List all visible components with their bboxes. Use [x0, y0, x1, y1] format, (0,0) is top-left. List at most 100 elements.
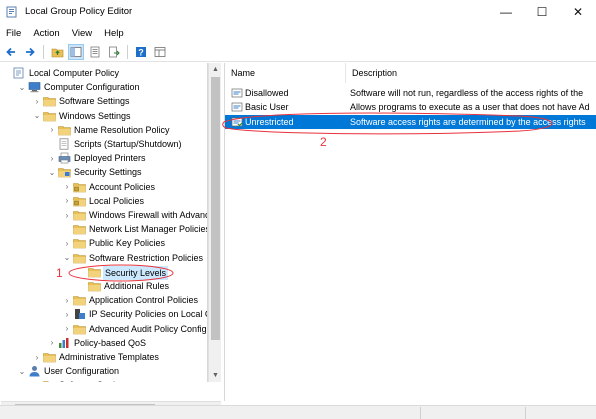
maximize-button[interactable]: ☐ [524, 0, 560, 24]
expand-chevron-icon[interactable]: › [47, 124, 57, 136]
tree-item[interactable]: ⌄ Security Settings [1, 165, 207, 179]
script-icon [58, 138, 71, 150]
tree-item-label: Application Control Policies [89, 295, 199, 306]
forward-button[interactable] [22, 44, 38, 60]
column-header-name[interactable]: Name [225, 63, 346, 83]
back-button[interactable] [3, 44, 19, 60]
forward-arrow-icon [26, 47, 35, 56]
up-folder-button[interactable] [49, 44, 65, 60]
folder-icon [43, 351, 56, 363]
folder-lock-icon [73, 181, 86, 193]
properties-button[interactable] [87, 44, 103, 60]
menu-view[interactable]: View [72, 28, 92, 39]
folder-icon [73, 252, 86, 264]
help-button[interactable]: ? [133, 44, 149, 60]
tree-item[interactable]: Network List Manager Policies [1, 222, 208, 236]
help-icon: ? [136, 46, 146, 57]
tree-item[interactable]: › Public Key Policies [1, 236, 207, 250]
expand-chevron-icon[interactable]: › [62, 294, 72, 306]
toolbar: ? [0, 42, 596, 62]
expand-chevron-icon[interactable]: › [62, 237, 72, 249]
tree-item[interactable]: › Software Settings [1, 378, 207, 382]
tree-item[interactable]: › Name Resolution Policy [1, 123, 207, 137]
folder-icon [88, 266, 101, 278]
tree-item-label: Account Policies [89, 181, 156, 192]
annotation-number-2: 2 [320, 135, 327, 149]
tree-item-label: Security Levels [103, 265, 169, 280]
tree-item[interactable]: › Deployed Printers [1, 151, 207, 165]
collapse-chevron-icon[interactable]: ⌄ [17, 365, 27, 377]
tree-item[interactable]: › Windows Firewall with Advanc [1, 208, 207, 222]
collapse-chevron-icon[interactable]: ⌄ [32, 110, 42, 122]
list-row-description: Software will not run, regardless of the… [350, 88, 584, 98]
tree-vertical-scrollbar[interactable]: ▲ ▼ [208, 63, 221, 382]
menu-action[interactable]: Action [33, 28, 59, 39]
list-row[interactable]: Disallowed Software will not run, regardl… [225, 86, 596, 100]
folder-icon [73, 223, 86, 235]
collapse-chevron-icon[interactable]: ⌄ [47, 166, 57, 178]
tree-item-label: Computer Configuration [44, 82, 140, 93]
show-hide-tree-button[interactable] [68, 43, 84, 60]
tree-item-label: Administrative Templates [59, 352, 159, 362]
tree-item[interactable]: › Local Policies [1, 194, 207, 208]
qos-chart-icon [58, 337, 71, 349]
scroll-thumb[interactable] [211, 77, 220, 340]
tree-item[interactable]: Local Computer Policy [1, 66, 207, 80]
expand-chevron-icon[interactable]: › [62, 181, 72, 193]
expand-chevron-icon[interactable]: › [62, 195, 72, 207]
expand-chevron-icon[interactable]: › [32, 351, 42, 363]
tree-item[interactable]: ⌄ Software Restriction Policies [1, 251, 207, 265]
policy-editor-icon [6, 6, 17, 18]
status-segment [420, 407, 421, 419]
folder-icon [43, 95, 56, 107]
expand-chevron-icon[interactable]: › [47, 337, 57, 349]
list-row-name: Disallowed [245, 88, 289, 98]
expand-chevron-icon[interactable]: › [47, 152, 57, 164]
folder-icon [73, 209, 86, 221]
tree-item[interactable]: › IP Security Policies on Local Co [1, 307, 207, 321]
menu-file[interactable]: File [6, 28, 21, 39]
export-list-button[interactable] [106, 44, 122, 60]
column-header-description[interactable]: Description [346, 63, 596, 83]
tree-item[interactable]: ⌄ Windows Settings [1, 109, 207, 123]
tree-item[interactable]: ⌄ User Configuration [1, 364, 207, 378]
tree-item[interactable]: › Account Policies [1, 180, 207, 194]
properties-icon [90, 46, 100, 57]
expand-chevron-icon[interactable]: › [62, 209, 72, 221]
tree-item[interactable]: Security Levels [1, 265, 207, 280]
security-level-default-icon [231, 116, 243, 128]
expand-chevron-icon[interactable]: › [62, 323, 72, 335]
close-button[interactable]: ✕ [560, 0, 596, 24]
tree-item[interactable]: › Application Control Policies [1, 293, 207, 307]
collapse-chevron-icon[interactable]: ⌄ [62, 252, 72, 264]
tree-item-label: Software Settings [59, 96, 130, 107]
list-row[interactable]: Unrestricted Software access rights are d… [225, 114, 596, 129]
list-row-name: Basic User [245, 102, 289, 113]
status-bar [0, 405, 596, 419]
scroll-down-icon[interactable]: ▼ [209, 369, 222, 382]
tree-item[interactable]: › Advanced Audit Policy Config [1, 322, 207, 336]
folder-icon [88, 280, 101, 292]
tree-item[interactable]: › Software Settings [1, 94, 207, 108]
expand-chevron-icon[interactable]: › [32, 95, 42, 107]
scroll-up-icon[interactable]: ▲ [209, 63, 222, 76]
security-settings-icon [58, 166, 71, 178]
tree-item[interactable]: Additional Rules [1, 279, 207, 293]
extended-view-button[interactable] [152, 44, 168, 60]
expand-chevron-icon[interactable]: › [32, 379, 42, 382]
tree-item[interactable]: ⌄ Computer Configuration [1, 80, 207, 94]
tree-item-label: Windows Settings [59, 110, 131, 121]
minimize-button[interactable]: — [488, 0, 524, 24]
list-row[interactable]: Basic User Allows programs to execute as … [225, 100, 596, 114]
column-header-description-label: Description [352, 68, 398, 78]
maximize-icon: ☐ [536, 5, 548, 19]
menu-help[interactable]: Help [104, 28, 124, 39]
tree-item-label: Network List Manager Policies [89, 224, 208, 235]
tree-item[interactable]: Scripts (Startup/Shutdown) [1, 137, 207, 151]
expand-chevron-icon[interactable]: › [62, 308, 72, 320]
list-row-name: Unrestricted [245, 116, 294, 127]
tree-item-label: Deployed Printers [74, 153, 146, 164]
tree-item[interactable]: › Policy-based QoS [1, 336, 207, 350]
collapse-chevron-icon[interactable]: ⌄ [17, 81, 27, 93]
tree-item[interactable]: › Administrative Templates [1, 350, 207, 364]
